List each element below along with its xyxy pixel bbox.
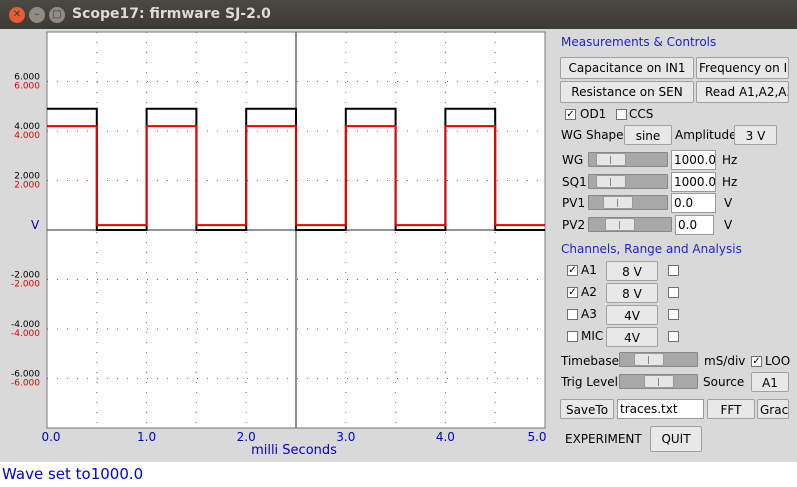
timebase-slider[interactable] [619, 352, 698, 367]
x-axis-label: milli Seconds [251, 443, 337, 458]
channel-a2-label: A2 [581, 285, 597, 299]
sq1-label: SQ1 [562, 175, 587, 189]
loop-label: LOO [765, 354, 791, 368]
pv1-unit: V [724, 196, 733, 210]
experiment-label[interactable]: EXPERIMENT [565, 432, 642, 446]
save-to-button[interactable]: SaveTo [560, 399, 614, 419]
ccs-label: CCS [629, 107, 654, 121]
channel-mic-label: MIC [581, 329, 604, 343]
x-tick-label: 0.0 [41, 430, 60, 444]
channel-a2-range-button[interactable]: 8 V [606, 283, 658, 303]
wg-slider[interactable] [588, 152, 668, 167]
status-bar: Wave set to1000.0 [0, 462, 797, 487]
wg-label: WG [562, 153, 584, 167]
y-tick-label-secondary: -4.000 [11, 329, 40, 339]
filename-input[interactable]: traces.txt [617, 399, 704, 419]
y-tick-label-secondary: -6.000 [11, 379, 40, 389]
channel-a1-analysis-checkbox[interactable] [668, 265, 679, 276]
grace-button[interactable]: Grace [757, 399, 789, 419]
channel-mic-range-button[interactable]: 4V [606, 327, 658, 347]
x-tick-label: 4.0 [436, 430, 455, 444]
quit-button[interactable]: QUIT [650, 426, 702, 452]
source-label: Source [703, 375, 745, 389]
y-unit-label: V [31, 218, 40, 232]
pv1-slider[interactable] [588, 195, 668, 210]
oscilloscope-plot[interactable]: 6.0006.0004.0004.0002.0002.000-2.000-2.0… [0, 29, 548, 462]
timebase-label: Timebase [561, 354, 619, 368]
sq1-unit: Hz [722, 175, 738, 189]
channel-a1-checkbox[interactable]: ✓ [567, 265, 578, 276]
channel-a1-label: A1 [581, 263, 597, 277]
loop-checkbox[interactable]: ✓ [751, 356, 762, 367]
y-tick-label-secondary: 4.000 [14, 131, 40, 141]
channel-a1-range-button[interactable]: 8 V [606, 261, 658, 281]
trig-level-slider-handle[interactable] [644, 375, 674, 388]
y-tick-label-secondary: -2.000 [11, 280, 40, 290]
capacitance-button[interactable]: Capacitance on IN1 [560, 57, 694, 79]
wg-frequency-input[interactable]: 1000.0 [671, 150, 716, 170]
title-bar: ✕ – □ Scope17: firmware SJ-2.0 [0, 0, 797, 29]
channel-mic-analysis-checkbox[interactable] [668, 331, 679, 342]
pv2-slider-handle[interactable] [605, 218, 635, 231]
pv1-slider-handle[interactable] [603, 196, 633, 209]
amplitude-label: Amplitude [675, 128, 737, 142]
timebase-unit: mS/div [704, 354, 746, 368]
wg-slider-handle[interactable] [596, 153, 626, 166]
trig-level-label: Trig Level [561, 375, 618, 389]
sq1-frequency-input[interactable]: 1000.0 [671, 172, 716, 192]
amplitude-button[interactable]: 3 V [734, 125, 777, 145]
source-button[interactable]: A1 [751, 372, 789, 392]
maximize-window-button[interactable]: □ [49, 7, 65, 23]
channel-a2-analysis-checkbox[interactable] [668, 287, 679, 298]
sq1-slider-handle[interactable] [596, 175, 626, 188]
resistance-button[interactable]: Resistance on SEN [560, 81, 694, 103]
wg-shape-button[interactable]: sine [624, 125, 672, 145]
x-tick-label: 1.0 [137, 430, 156, 444]
frequency-button[interactable]: Frequency on IN [696, 57, 789, 79]
channel-mic-checkbox[interactable] [567, 331, 578, 342]
sq1-slider[interactable] [588, 174, 668, 189]
ccs-checkbox[interactable] [616, 109, 627, 120]
x-tick-label: 5.0 [527, 430, 546, 444]
close-window-button[interactable]: ✕ [9, 7, 25, 23]
od1-checkbox[interactable]: ✓ [565, 109, 576, 120]
y-tick-label-secondary: 6.000 [14, 82, 40, 92]
pv2-unit: V [724, 218, 733, 232]
channels-header: Channels, Range and Analysis [561, 242, 742, 256]
channel-a2-checkbox[interactable]: ✓ [567, 287, 578, 298]
timebase-slider-handle[interactable] [634, 353, 664, 366]
measurements-header: Measurements & Controls [561, 35, 717, 49]
channel-a3-checkbox[interactable] [567, 309, 578, 320]
trig-level-slider[interactable] [619, 374, 698, 389]
pv2-label: PV2 [562, 218, 586, 232]
pv2-voltage-input[interactable]: 0.0 [675, 215, 714, 235]
window-title: Scope17: firmware SJ-2.0 [72, 6, 271, 22]
minimize-window-button[interactable]: – [29, 7, 45, 23]
x-tick-label: 2.0 [237, 430, 256, 444]
fft-button[interactable]: FFT [707, 399, 755, 419]
pv2-slider[interactable] [588, 217, 672, 232]
od1-label: OD1 [580, 107, 607, 121]
channel-a3-label: A3 [581, 307, 597, 321]
control-panel: Measurements & Controls Capacitance on I… [552, 29, 797, 462]
wg-shape-label: WG Shape [561, 128, 624, 142]
y-tick-label-secondary: 2.000 [14, 181, 40, 191]
channel-a3-analysis-checkbox[interactable] [668, 309, 679, 320]
wg-unit: Hz [722, 153, 738, 167]
channel-a3-range-button[interactable]: 4V [606, 305, 658, 325]
x-tick-label: 3.0 [336, 430, 355, 444]
read-a1a2a3-button[interactable]: Read A1,A2,A3 [696, 81, 789, 103]
pv1-voltage-input[interactable]: 0.0 [671, 193, 716, 213]
status-message: Wave set to1000.0 [2, 465, 144, 483]
pv1-label: PV1 [562, 196, 586, 210]
